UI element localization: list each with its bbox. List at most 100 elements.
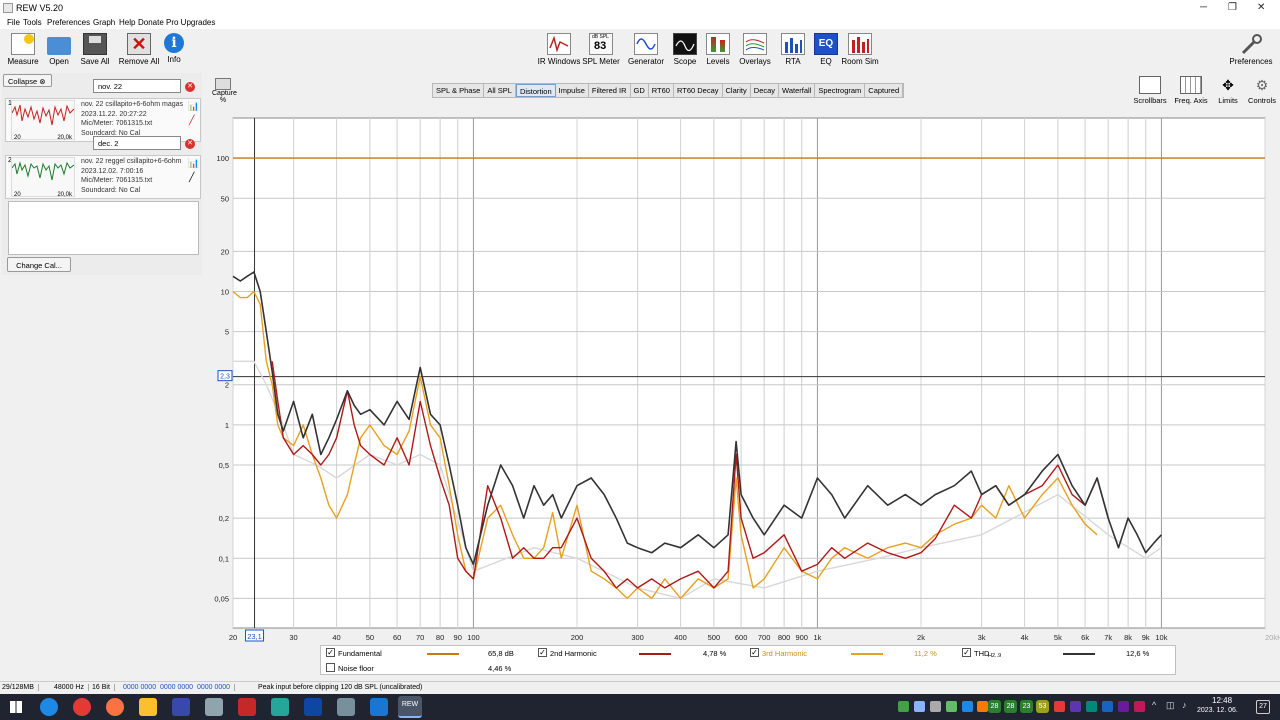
tab-gd[interactable]: GD <box>631 84 649 97</box>
menu-pro-upgrades[interactable]: Pro Upgrades <box>166 18 215 27</box>
measurements-empty-area <box>8 201 199 255</box>
x-tick-label: 6k <box>1081 633 1089 642</box>
thd-checkbox[interactable]: ✓ <box>962 648 971 657</box>
tray-app-icon[interactable] <box>898 701 909 712</box>
firefox-icon[interactable] <box>106 698 124 716</box>
tray-app-icon[interactable] <box>977 701 988 712</box>
notifications-badge[interactable]: 27 <box>1256 700 1270 714</box>
tray-app-icon[interactable] <box>946 701 957 712</box>
tray-app-icon[interactable] <box>1118 701 1129 712</box>
maximize-button[interactable]: ❐ <box>1228 2 1237 13</box>
rew-taskbar-label: REW <box>401 701 419 708</box>
info-button[interactable]: i Info <box>150 33 198 64</box>
tray-app-icon[interactable] <box>1070 701 1081 712</box>
noise-floor-checkbox[interactable] <box>326 663 335 672</box>
tray-app-icon[interactable] <box>962 701 973 712</box>
chrome-icon[interactable] <box>73 698 91 716</box>
delete-measurement-2-icon[interactable]: ✕ <box>185 139 195 149</box>
tab-impulse[interactable]: Impulse <box>556 84 589 97</box>
graph-tabs: SPL & Phase All SPL Distortion Impulse F… <box>432 83 905 98</box>
measurement-color-icon[interactable]: ╱ <box>189 115 194 126</box>
tray-counter-2[interactable]: 28 <box>1004 700 1017 713</box>
menu-tools[interactable]: Tools <box>23 18 42 27</box>
menu-graph[interactable]: Graph <box>93 18 115 27</box>
save-all-button[interactable]: Save All <box>71 33 119 66</box>
rew-taskbar-icon[interactable]: REW <box>398 696 422 718</box>
menu-preferences[interactable]: Preferences <box>47 18 90 27</box>
notes-app-icon[interactable] <box>205 698 223 716</box>
distortion-graph[interactable]: 20 30 40 50 60 70 80 90 100 200 300 400 500 600 700 800… <box>210 100 1280 645</box>
cursor-x-label: 23,1 <box>247 632 262 641</box>
x-tick-label: 100 <box>467 633 480 642</box>
tray-app-icon[interactable] <box>1054 701 1065 712</box>
menu-help[interactable]: Help <box>119 18 135 27</box>
save-app-icon[interactable] <box>172 698 190 716</box>
tab-distortion[interactable]: Distortion <box>515 84 556 97</box>
tab-spl-phase[interactable]: SPL & Phase <box>433 84 485 97</box>
2nd-harmonic-checkbox[interactable]: ✓ <box>538 648 547 657</box>
delete-measurement-1-icon[interactable]: ✕ <box>185 82 195 92</box>
measurement-color-icon[interactable]: ╱ <box>189 172 194 183</box>
minimize-button[interactable]: ─ <box>1200 2 1207 13</box>
tab-captured[interactable]: Captured <box>865 84 904 97</box>
measurement-title: nov. 22 reggel csillapito+6-6ohm <box>81 158 182 165</box>
x-tick-label: 9k <box>1142 633 1150 642</box>
taskbar-date[interactable]: 2023. 12. 06. <box>1197 707 1238 714</box>
measurement-chart-icon[interactable]: 📊 <box>188 101 199 112</box>
volume-icon[interactable]: ♪ <box>1182 700 1187 710</box>
y-tick-label: 0,2 <box>219 514 229 523</box>
preferences-button[interactable]: Preferences <box>1227 33 1275 66</box>
tab-waterfall[interactable]: Waterfall <box>779 84 816 97</box>
change-cal-button[interactable]: Change Cal... <box>7 257 71 272</box>
menu-donate[interactable]: Donate <box>138 18 164 27</box>
spl-meter-button[interactable]: dB SPL 83 SPL Meter <box>577 33 625 66</box>
thd-value: 12,6 % <box>1126 649 1150 658</box>
photoshop-icon[interactable] <box>304 698 322 716</box>
file-explorer-icon[interactable] <box>139 698 157 716</box>
measurement-item-2[interactable]: 2 20 20,0k nov. 22 reggel csillapito+6-6… <box>5 155 201 199</box>
tray-counter-1[interactable]: 28 <box>988 700 1001 713</box>
network-icon[interactable]: ◫ <box>1166 700 1175 711</box>
tray-counter-4[interactable]: 53 <box>1036 700 1049 713</box>
doc-app-icon[interactable] <box>370 698 388 716</box>
tab-all-spl[interactable]: All SPL <box>484 84 516 97</box>
tab-clarity[interactable]: Clarity <box>723 84 751 97</box>
windows-start-icon[interactable] <box>10 701 22 713</box>
tray-app-icon[interactable] <box>1102 701 1113 712</box>
measurement-2-name-input[interactable] <box>93 136 181 150</box>
distortion-chart-svg[interactable]: 20 30 40 50 60 70 80 90 100 200 300 400 500 600 700 800… <box>210 100 1280 645</box>
tab-decay[interactable]: Decay <box>751 84 780 97</box>
menu-file[interactable]: File <box>7 18 20 27</box>
edge-browser-icon[interactable] <box>40 698 58 716</box>
room-sim-button[interactable]: Room Sim <box>836 33 884 66</box>
ir-windows-button[interactable]: IR Windows <box>535 33 583 66</box>
tab-spectrogram[interactable]: Spectrogram <box>815 84 866 97</box>
3rd-harmonic-checkbox[interactable]: ✓ <box>750 648 759 657</box>
remove-icon: ✕ <box>127 33 151 55</box>
pdf-app-icon[interactable] <box>238 698 256 716</box>
fundamental-checkbox[interactable]: ✓ <box>326 648 335 657</box>
tab-rt60-decay[interactable]: RT60 Decay <box>674 84 723 97</box>
info-icon: i <box>164 33 184 53</box>
collapse-icon: ⊗ <box>39 77 46 86</box>
measurement-info: nov. 22 reggel csillapito+6-6ohm 2023.12… <box>81 157 181 195</box>
vs-app-icon[interactable] <box>271 698 289 716</box>
tab-filtered-ir[interactable]: Filtered IR <box>589 84 631 97</box>
spl-badge-value: 83 <box>594 40 607 52</box>
app-icon <box>3 3 13 13</box>
tray-app-icon[interactable] <box>914 701 925 712</box>
network-app-icon[interactable] <box>337 698 355 716</box>
tray-app-icon[interactable] <box>1134 701 1145 712</box>
eq-label: EQ <box>820 57 832 66</box>
taskbar-time[interactable]: 12:48 <box>1212 696 1232 705</box>
collapse-button[interactable]: Collapse ⊗ <box>3 74 52 87</box>
noise-floor-value: 4,46 % <box>488 664 512 673</box>
tab-rt60[interactable]: RT60 <box>649 84 674 97</box>
measurement-1-name-input[interactable] <box>93 79 181 93</box>
close-button[interactable]: ✕ <box>1257 2 1265 13</box>
tray-app-icon[interactable] <box>930 701 941 712</box>
tray-counter-3[interactable]: 23 <box>1020 700 1033 713</box>
measurement-chart-icon[interactable]: 📊 <box>188 158 199 169</box>
tray-app-icon[interactable] <box>1086 701 1097 712</box>
tray-chevron-icon[interactable]: ^ <box>1152 700 1156 710</box>
